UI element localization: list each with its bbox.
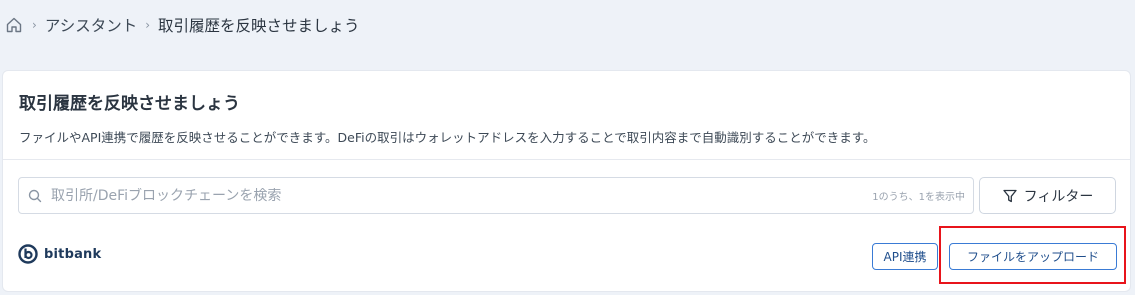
breadcrumb-item-assistant[interactable]: アシスタント — [45, 14, 137, 36]
search-box[interactable]: 1のうち、1を表示中 — [18, 177, 974, 214]
import-history-card: 取引履歴を反映させましょう ファイルやAPI連携で履歴を反映させることができます… — [2, 70, 1131, 292]
bitbank-logo-icon — [18, 244, 38, 264]
breadcrumb-item-current: 取引履歴を反映させましょう — [158, 17, 360, 35]
filter-button-label: フィルター — [1023, 188, 1094, 205]
list-item: bitbank API連携 ファイルをアップロード — [3, 231, 1130, 281]
result-count: 1のうち、1を表示中 — [872, 192, 965, 203]
filter-icon — [1002, 188, 1018, 204]
divider — [3, 159, 1130, 160]
search-icon — [27, 188, 43, 204]
api-connect-button[interactable]: API連携 — [872, 243, 938, 270]
search-input[interactable] — [51, 187, 873, 204]
upload-file-button[interactable]: ファイルをアップロード — [949, 243, 1117, 270]
filter-button[interactable]: フィルター — [979, 177, 1116, 214]
card-title: 取引履歴を反映させましょう — [19, 94, 240, 114]
bitbank-logo: bitbank — [18, 244, 101, 264]
breadcrumb: › アシスタント › 取引履歴を反映させましょう — [4, 14, 360, 36]
chevron-right-icon: › — [145, 18, 151, 32]
chevron-right-icon: › — [32, 18, 37, 32]
home-icon[interactable] — [4, 15, 24, 35]
card-description: ファイルやAPI連携で履歴を反映させることができます。DeFiの取引はウォレット… — [19, 130, 876, 145]
exchange-name: bitbank — [44, 246, 102, 262]
